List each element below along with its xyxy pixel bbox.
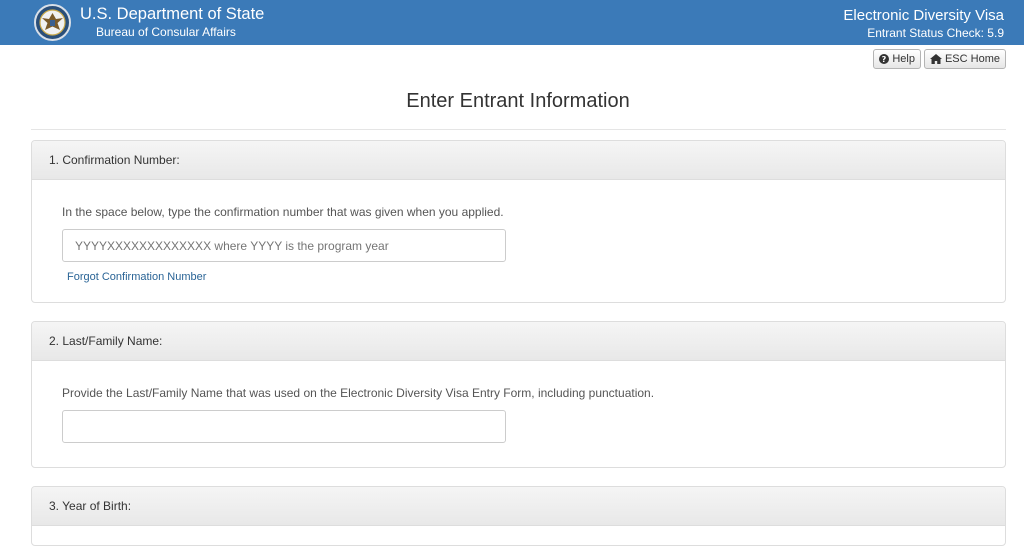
esc-home-button[interactable]: ESC Home (923, 49, 1006, 69)
department-seal-icon (34, 4, 71, 41)
title-divider (31, 129, 1006, 130)
confirmation-number-heading: 1. Confirmation Number: (32, 141, 1005, 180)
year-of-birth-heading: 3. Year of Birth: (32, 487, 1005, 526)
last-name-instruction: Provide the Last/Family Name that was us… (62, 386, 655, 400)
bureau-subtitle: Bureau of Consular Affairs (96, 25, 236, 39)
last-name-panel: 2. Last/Family Name: Provide the Last/Fa… (31, 321, 1006, 468)
forgot-confirmation-number-link[interactable]: Forgot Confirmation Number (67, 271, 206, 283)
app-title: Electronic Diversity Visa (843, 7, 1004, 24)
esc-home-button-label: ESC Home (944, 53, 1000, 65)
last-name-heading: 2. Last/Family Name: (32, 322, 1005, 361)
confirmation-number-instruction: In the space below, type the confirmatio… (62, 205, 504, 219)
site-header: U.S. Department of State Bureau of Consu… (0, 0, 1024, 45)
confirmation-number-panel: 1. Confirmation Number: In the space bel… (31, 140, 1006, 303)
svg-text:?: ? (882, 55, 887, 64)
confirmation-number-input[interactable] (62, 229, 506, 262)
page-title: Enter Entrant Information (406, 90, 630, 112)
help-button[interactable]: ? Help (873, 49, 921, 69)
year-of-birth-panel: 3. Year of Birth: (31, 486, 1006, 546)
help-button-label: Help (892, 53, 915, 65)
question-circle-icon: ? (879, 54, 890, 64)
top-toolbar: ? Help ESC Home (873, 49, 1006, 69)
home-icon (929, 54, 942, 64)
department-title: U.S. Department of State (80, 5, 265, 23)
app-version: Entrant Status Check: 5.9 (867, 26, 1004, 40)
last-name-input[interactable] (62, 410, 506, 443)
